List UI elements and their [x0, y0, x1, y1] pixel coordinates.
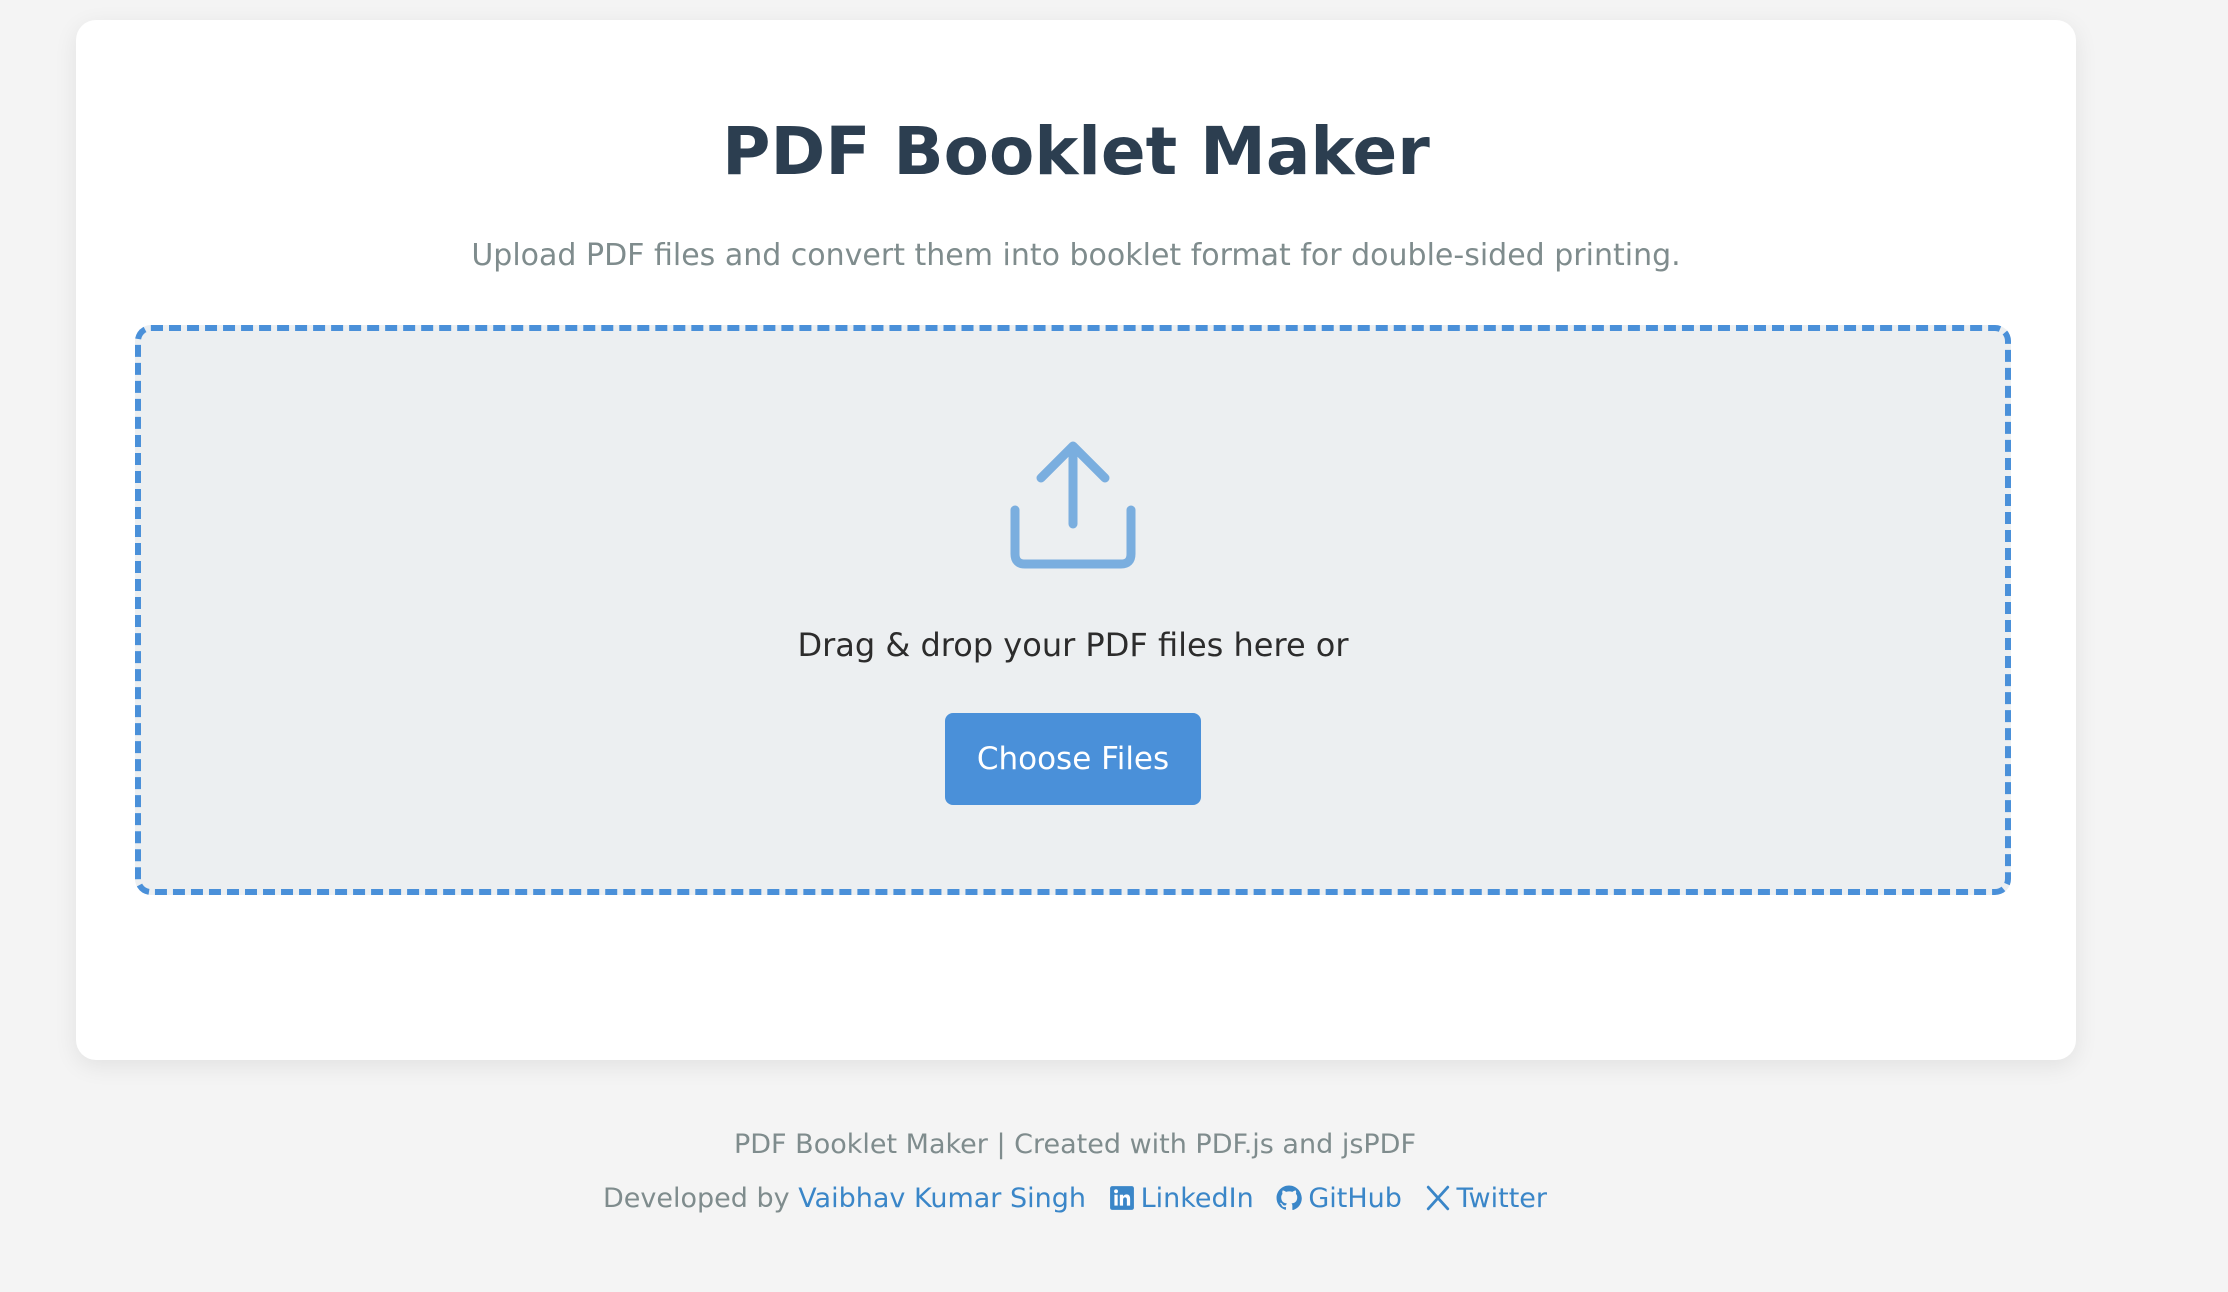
upload-icon [1010, 441, 1136, 569]
github-label: GitHub [1308, 1183, 1402, 1214]
github-link[interactable]: GitHub [1276, 1179, 1402, 1219]
footer: PDF Booklet Maker | Created with PDF.js … [0, 1125, 2150, 1219]
twitter-link[interactable]: Twitter [1425, 1179, 1548, 1219]
footer-credits: PDF Booklet Maker | Created with PDF.js … [733, 1129, 1416, 1160]
main-card: PDF Booklet Maker Upload PDF files and c… [76, 20, 2076, 1060]
linkedin-link[interactable]: LinkedIn [1109, 1179, 1254, 1219]
author-link[interactable]: Vaibhav Kumar Singh [798, 1183, 1086, 1214]
footer-developer-line: Developed by Vaibhav Kumar Singh LinkedI… [0, 1179, 2150, 1219]
github-icon [1276, 1185, 1303, 1211]
twitter-label: Twitter [1456, 1183, 1548, 1214]
choose-files-button[interactable]: Choose Files [945, 713, 1201, 805]
page-title: PDF Booklet Maker [722, 113, 1430, 190]
file-dropzone[interactable]: Drag & drop your PDF files here or Choos… [135, 325, 2011, 895]
x-twitter-icon [1426, 1185, 1449, 1211]
dropzone-instructions: Drag & drop your PDF files here or [797, 626, 1349, 664]
developed-by-label: Developed by [602, 1183, 790, 1214]
linkedin-icon [1109, 1186, 1134, 1210]
linkedin-label: LinkedIn [1140, 1183, 1254, 1214]
page-subtitle: Upload PDF files and convert them into b… [471, 238, 1681, 273]
